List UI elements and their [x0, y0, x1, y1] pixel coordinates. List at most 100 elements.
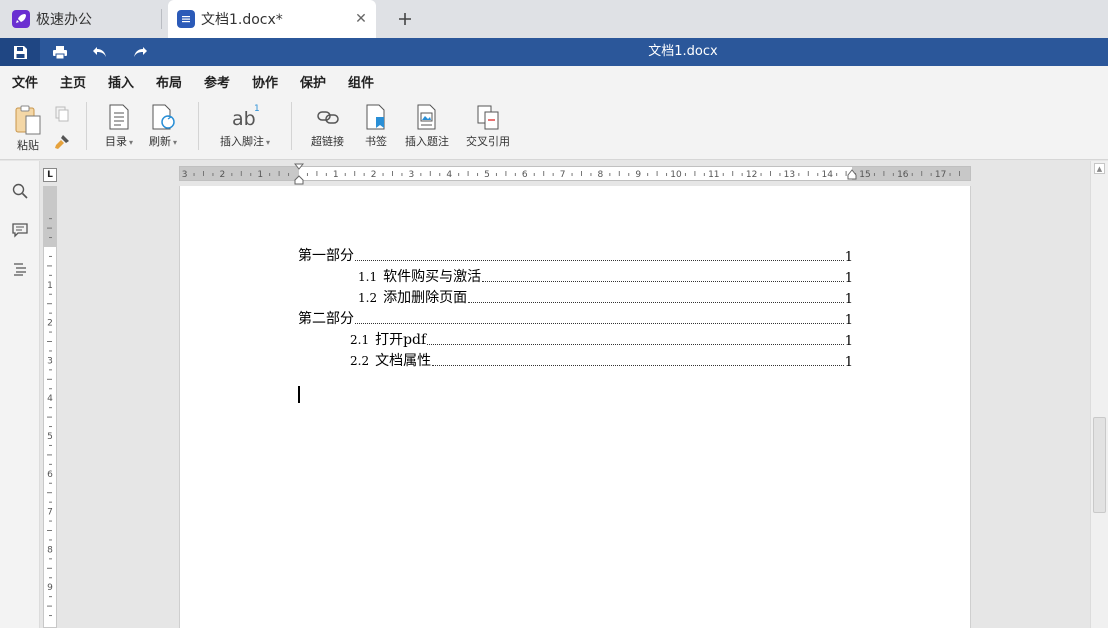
insert-caption-button[interactable]: 插入题注 [405, 104, 449, 149]
paste-button[interactable]: 粘贴 [12, 104, 44, 153]
toc-page-number: 1 [844, 292, 853, 307]
tab-separator [161, 9, 162, 29]
footnote-icon: ab 1 [232, 104, 260, 130]
search-icon[interactable] [10, 181, 30, 201]
ruler-number: 8 [47, 545, 53, 555]
ruler-number: 2 [47, 319, 53, 329]
ruler-number: 15 [859, 170, 870, 180]
tab-stop-selector[interactable]: L [43, 168, 57, 182]
ruler-number: 7 [47, 508, 53, 518]
save-icon[interactable] [0, 38, 40, 66]
ruler-number: 10 [670, 170, 682, 180]
tab-document[interactable]: 文档1.docx* ✕ [168, 0, 376, 38]
comment-icon[interactable] [10, 220, 30, 240]
ruler-number: 6 [522, 170, 528, 180]
link-icon [316, 111, 339, 124]
menu-references[interactable]: 参考 [204, 72, 231, 98]
toc-page-number: 1 [844, 355, 853, 370]
ribbon-separator [291, 102, 292, 150]
toc-page-number: 1 [844, 250, 853, 265]
tab-document-label: 文档1.docx* [201, 12, 283, 28]
refresh-icon [152, 104, 175, 130]
undo-icon[interactable] [80, 38, 120, 66]
ruler-number: 13 [784, 170, 795, 180]
ruler-number: 3 [182, 170, 188, 180]
toc-entry[interactable]: 2.2 文档属性 1 [350, 352, 853, 370]
ruler-number: 17 [935, 170, 946, 180]
refresh-label: 刷新 ▾ [149, 135, 178, 148]
caption-icon [417, 104, 436, 130]
toc-leader-dots [427, 344, 844, 345]
toc-button[interactable]: 目录 ▾ [105, 104, 133, 149]
document-page[interactable]: 第一部分 1 1.1 软件购买与激活 1 1.2 添加删除页面 1 第二部分 1 2… [179, 186, 971, 628]
ruler-number: 9 [47, 583, 53, 593]
ruler-number: 12 [746, 170, 757, 180]
toc-entry-text: 2.2 文档属性 [350, 353, 432, 369]
insert-footnote-button[interactable]: ab 1 插入脚注 ▾ [220, 104, 270, 149]
bookmark-button[interactable]: 书签 [363, 104, 389, 149]
ruler-number: 8 [598, 170, 604, 180]
toc-entry-text: 1.2 添加删除页面 [358, 290, 468, 306]
title-bar: 文档1.docx [0, 38, 1108, 66]
hyperlink-button[interactable]: 超链接 [311, 104, 344, 149]
copy-button[interactable] [54, 106, 70, 122]
toc-leader-dots [468, 302, 844, 303]
ruler-number: 7 [560, 170, 566, 180]
toc-page-number: 1 [844, 271, 853, 286]
tab-bar: 极速办公 文档1.docx* ✕ [0, 0, 1108, 38]
ribbon-separator [86, 102, 87, 150]
toc-entry[interactable]: 第二部分 1 [298, 310, 853, 328]
text-cursor [298, 386, 300, 403]
hyperlink-label: 超链接 [311, 135, 344, 148]
menu-components[interactable]: 组件 [348, 72, 374, 91]
insert-caption-label: 插入题注 [405, 135, 449, 148]
ruler-number: 2 [371, 170, 377, 180]
ruler-number: 14 [821, 170, 833, 180]
tab-home[interactable]: 极速办公 [0, 0, 162, 38]
add-tab-icon[interactable] [394, 8, 416, 30]
menu-protect[interactable]: 保护 [300, 72, 326, 91]
vertical-scrollbar[interactable]: ▲ [1090, 161, 1108, 628]
menu-home[interactable]: 主页 [60, 72, 86, 91]
ruler-number: 6 [47, 470, 53, 480]
ruler-number: 3 [409, 170, 415, 180]
toc-entry-text: 第一部分 [298, 248, 354, 264]
ruler-number: 1 [333, 170, 339, 180]
menu-insert[interactable]: 插入 [108, 72, 134, 91]
bookmark-icon [366, 104, 385, 130]
insert-footnote-label: 插入脚注 ▾ [220, 135, 271, 148]
menu-layout[interactable]: 布局 [156, 72, 182, 91]
toc-leader-dots [355, 323, 844, 324]
ruler-number: 1 [47, 281, 53, 291]
navigation-icon[interactable] [10, 259, 30, 279]
print-icon[interactable] [40, 38, 80, 66]
toc-entry[interactable]: 1.1 软件购买与激活 1 [358, 268, 853, 286]
toc-entry-text: 1.1 软件购买与激活 [358, 269, 482, 285]
rocket-icon [12, 10, 30, 28]
cross-reference-button[interactable]: 交叉引用 [466, 104, 510, 149]
right-indent-marker[interactable] [847, 168, 857, 180]
toc-entry[interactable]: 第一部分 1 [298, 247, 853, 265]
scroll-up-icon[interactable]: ▲ [1094, 163, 1105, 174]
toc-entry[interactable]: 1.2 添加删除页面 1 [358, 289, 853, 307]
menu-file[interactable]: 文件 [12, 72, 38, 91]
ruler-number: 1 [257, 170, 263, 180]
ruler-number: 2 [220, 170, 226, 180]
cross-reference-icon [477, 105, 499, 130]
indent-marker[interactable] [294, 163, 304, 185]
horizontal-ruler[interactable]: 3 2 1 1 2 3 4 5 6 7 8 9 10 11 12 13 14 15 16 17 [179, 163, 971, 185]
redo-icon[interactable] [120, 38, 160, 66]
refresh-button[interactable]: 刷新 ▾ [149, 104, 177, 149]
document-icon [177, 10, 195, 28]
toc-page-number: 1 [844, 313, 853, 328]
format-painter-button[interactable] [54, 134, 70, 150]
menu-collaborate[interactable]: 协作 [252, 72, 278, 91]
clipboard-icon [15, 105, 41, 135]
copy-icon [55, 106, 69, 122]
scrollbar-thumb[interactable] [1093, 417, 1106, 513]
toc-entry[interactable]: 2.1 打开pdf 1 [350, 331, 853, 349]
close-tab-icon[interactable]: ✕ [352, 10, 370, 28]
ruler-number: 4 [47, 394, 53, 404]
toc-leader-dots [482, 281, 844, 282]
vertical-ruler[interactable]: 1 2 3 4 5 6 7 8 9 [43, 186, 57, 628]
